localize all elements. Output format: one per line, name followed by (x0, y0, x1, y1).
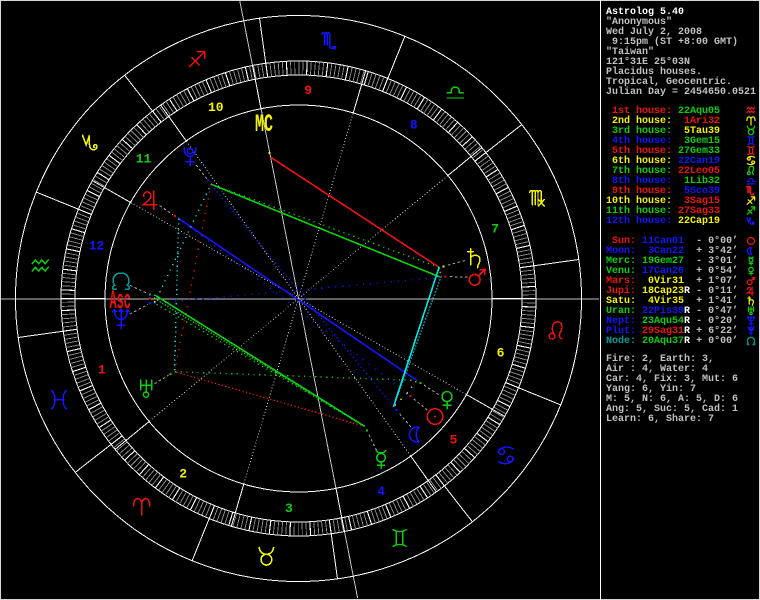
svg-text:9: 9 (304, 83, 312, 98)
svg-text:MC: MC (255, 112, 273, 140)
svg-text:7: 7 (491, 222, 499, 237)
svg-text:2: 2 (179, 466, 187, 481)
svg-text:6: 6 (497, 346, 505, 361)
svg-text:3: 3 (285, 501, 293, 516)
svg-text:11: 11 (136, 152, 152, 167)
svg-text:4: 4 (377, 484, 385, 499)
svg-text:8: 8 (410, 118, 418, 133)
svg-text:1: 1 (98, 363, 106, 378)
svg-text:5: 5 (450, 432, 458, 447)
svg-text:10: 10 (208, 100, 224, 115)
svg-text:12: 12 (89, 238, 105, 253)
svg-text:Asc: Asc (110, 287, 131, 317)
